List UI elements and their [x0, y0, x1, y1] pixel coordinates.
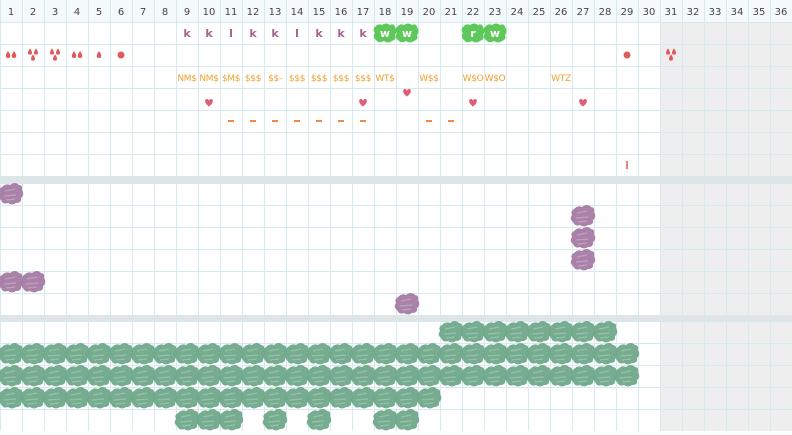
money-mark: $$$ [245, 74, 261, 84]
letter-mark: k [315, 27, 323, 40]
day-header-5: 5 [96, 7, 102, 18]
day-header-16: 16 [335, 7, 348, 18]
dash-mark [228, 120, 234, 122]
money-mark: NM$ [177, 74, 196, 84]
day-header-31: 31 [665, 7, 678, 18]
money-mark: W$$ [419, 74, 438, 84]
dash-mark [360, 120, 366, 122]
day-header-14: 14 [291, 7, 304, 18]
day-header-19: 19 [401, 7, 414, 18]
letter-mark: k [205, 27, 213, 40]
day-header-33: 33 [709, 7, 722, 18]
day-header-25: 25 [533, 7, 546, 18]
dot-icon [623, 51, 631, 59]
day-header-32: 32 [687, 7, 700, 18]
purple-blob [0, 183, 24, 205]
letter-mark: k [359, 27, 367, 40]
money-mark: $M$ [222, 74, 240, 84]
day-header-20: 20 [423, 7, 436, 18]
letter-mark: k [249, 27, 257, 40]
day-header-28: 28 [599, 7, 612, 18]
day-header-13: 13 [269, 7, 282, 18]
day-header-8: 8 [162, 7, 168, 18]
letter-mark: l [295, 27, 299, 40]
teal-blob [0, 343, 24, 365]
money-mark: $$- [268, 74, 282, 84]
money-mark: WTZ [551, 74, 571, 84]
green-badge: w [483, 23, 507, 43]
day-header-4: 4 [74, 7, 80, 18]
letter-mark: k [337, 27, 345, 40]
day-header-2: 2 [30, 7, 36, 18]
day-header-12: 12 [247, 7, 260, 18]
money-mark: WT$ [375, 74, 394, 84]
green-badge-letter: w [490, 27, 500, 40]
teal-blob [0, 365, 24, 387]
tracker-grid: 1 2 3 4 5 6 7 8 9 10 11 12 13 14 15 16 17 18 19 20 21 22 23 24 2… [0, 0, 792, 432]
money-mark: W$O [463, 74, 484, 84]
letter-mark: k [183, 27, 191, 40]
day-header-1: 1 [8, 7, 14, 18]
dash-mark [338, 120, 344, 122]
day-header-7: 7 [140, 7, 146, 18]
money-mark: $$$ [311, 74, 327, 84]
day-header-27: 27 [577, 7, 590, 18]
day-header-36: 36 [775, 7, 788, 18]
money-mark: W$O [485, 74, 506, 84]
dash-mark [448, 120, 454, 122]
dash-mark [272, 120, 278, 122]
day-header-26: 26 [555, 7, 568, 18]
calendar-tracker: 1 2 3 4 5 6 7 8 9 10 11 12 13 14 15 16 17 18 19 20 21 22 23 24 2… [0, 0, 792, 432]
dash-mark [316, 120, 322, 122]
day-header-3: 3 [52, 7, 58, 18]
day-header-9: 9 [184, 7, 190, 18]
money-mark: $$$ [289, 74, 305, 84]
day-header-18: 18 [379, 7, 392, 18]
teal-blob [0, 387, 24, 409]
green-badge: r [461, 23, 485, 43]
letter-mark: l [229, 27, 233, 40]
dash-mark [294, 120, 300, 122]
day-header-23: 23 [489, 7, 502, 18]
green-badge-letter: w [380, 27, 390, 40]
day-header-15: 15 [313, 7, 326, 18]
section-separator [0, 176, 792, 183]
dot-icon [117, 51, 125, 59]
purple-blob [0, 271, 24, 293]
dash-mark [250, 120, 256, 122]
day-header-34: 34 [731, 7, 744, 18]
dash-mark [426, 120, 432, 122]
money-mark: NM$ [199, 74, 218, 84]
day-header-10: 10 [203, 7, 216, 18]
day-header-11: 11 [225, 7, 238, 18]
green-badge: w [373, 23, 397, 43]
dot-shape [117, 51, 125, 59]
day-header-35: 35 [753, 7, 766, 18]
day-header-17: 17 [357, 7, 370, 18]
money-mark: $$$ [333, 74, 349, 84]
day-header-24: 24 [511, 7, 524, 18]
day-header-22: 22 [467, 7, 480, 18]
day-header-21: 21 [445, 7, 458, 18]
green-badge-letter: w [402, 27, 412, 40]
letter-mark: k [271, 27, 279, 40]
day-header-30: 30 [643, 7, 656, 18]
day-header-29: 29 [621, 7, 634, 18]
day-header-6: 6 [118, 7, 124, 18]
money-mark: $$$ [355, 74, 371, 84]
green-badge: w [395, 23, 419, 43]
green-badge-letter: r [470, 27, 476, 40]
dot-shape [623, 51, 631, 59]
tick-mark [626, 161, 628, 169]
